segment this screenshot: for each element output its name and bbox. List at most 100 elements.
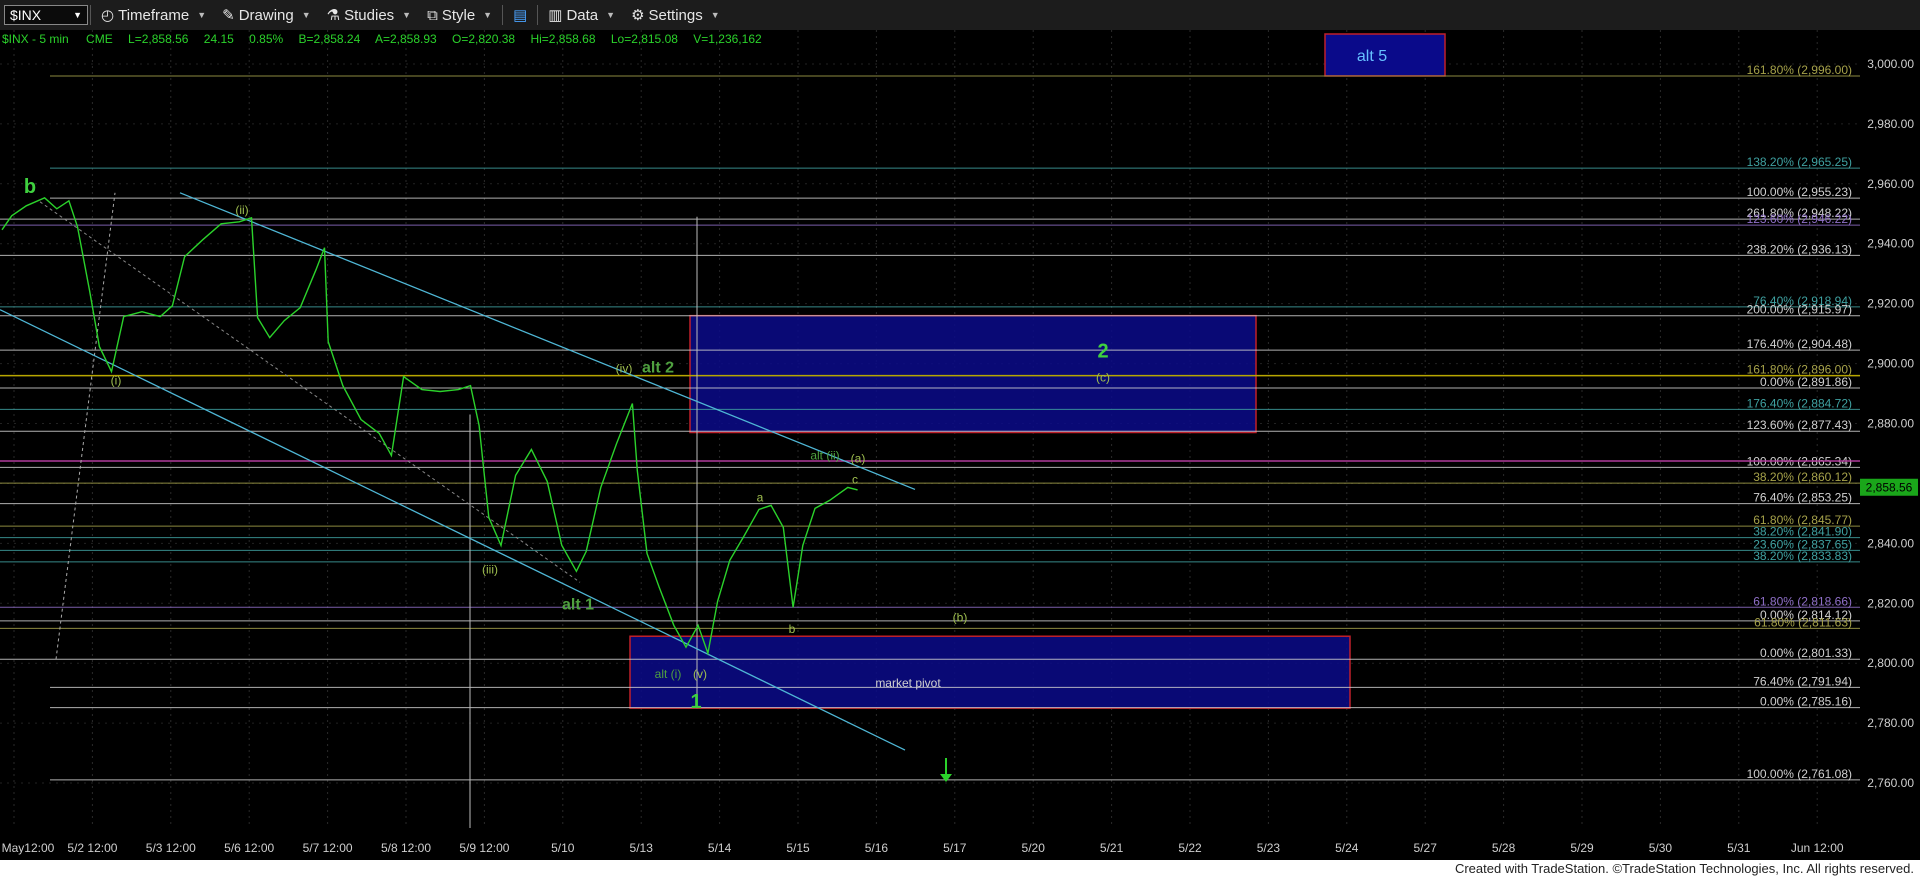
quote-volume: V=1,236,162 [693,32,762,46]
layout-button[interactable]: ▤ [505,0,535,30]
price-tick-label: 2,940.00 [1867,237,1914,251]
wave-label: (ii) [235,203,248,217]
time-tick-label: 5/16 [865,841,889,855]
quote-low: Lo=2,815.08 [611,32,678,46]
style-icon: ⧉ [427,6,438,24]
price-tick-label: 2,780.00 [1867,716,1914,730]
timeframe-label: Timeframe [118,6,190,24]
price-tick-label: 2,980.00 [1867,117,1914,131]
layout-icon: ▤ [513,7,528,24]
price-tick-label: 2,880.00 [1867,417,1914,431]
price-tick-label: 2,800.00 [1867,656,1914,670]
studies-label: Studies [344,6,395,24]
fib-label: 38.20% (2,860.12) [1753,470,1852,484]
fib-label: 61.80% (2,818.66) [1753,594,1852,608]
quote-name: $INX - 5 min [2,32,69,46]
fib-label: 76.40% (2,791.94) [1753,674,1852,688]
settings-menu[interactable]: ⚙ Settings ▼ [623,0,728,30]
quote-change: 24.15 [204,32,234,46]
time-tick-label: 5/23 [1257,841,1281,855]
toolbar-divider [502,5,504,25]
price-tick-label: 3,000.00 [1867,57,1914,71]
symbol-input[interactable]: $INX ▼ [4,5,88,25]
data-icon: ▥ [548,7,563,24]
time-tick-label: 5/31 [1727,841,1751,855]
price-tick-label: 2,900.00 [1867,357,1914,371]
time-tick-label: May12:00 [2,841,55,855]
time-axis[interactable]: May12:00 5/2 12:00 5/3 12:00 5/6 12:00 5/7 1… [0,830,1920,860]
wave-label: (c) [1096,371,1110,385]
time-tick-label: 5/28 [1492,841,1516,855]
wave-label: (iv) [616,362,633,376]
time-tick-label: 5/10 [551,841,575,855]
wave-label: alt 2 [642,360,674,377]
market-pivot-box [629,635,1351,709]
timeframe-menu[interactable]: ◴ Timeframe ▼ [93,0,214,30]
symbol-value: $INX [10,7,42,23]
fib-label: 61.80% (2,811.63) [1754,615,1852,629]
chart-toolbar: $INX ▼ ◴ Timeframe ▼ ✎ Drawing ▼ ⚗ Studi… [0,0,1920,31]
quote-bid: B=2,858.24 [299,32,361,46]
wave-label: alt 5 [1357,48,1387,65]
time-tick-label: Jun 12:00 [1791,841,1844,855]
time-tick-label: 5/9 12:00 [459,841,509,855]
time-tick-label: 5/3 12:00 [146,841,196,855]
drawing-menu[interactable]: ✎ Drawing ▼ [214,0,319,30]
style-label: Style [441,6,476,24]
fib-label: 138.20% (2,965.25) [1747,155,1852,169]
quote-pct: 0.85% [249,32,283,46]
wave-label: a [757,490,764,504]
quote-ask: A=2,858.93 [375,32,437,46]
wave-label: (i) [111,374,122,388]
target-box-wave-2 [689,314,1257,434]
clock-icon: ◴ [101,7,115,24]
fib-label: 176.40% (2,884.72) [1747,396,1852,410]
time-tick-label: 5/29 [1570,841,1594,855]
quote-last: L=2,858.56 [128,32,189,46]
wave-label: (b) [953,610,968,624]
time-tick-label: 5/17 [943,841,967,855]
time-tick-label: 5/8 12:00 [381,841,431,855]
studies-menu[interactable]: ⚗ Studies ▼ [319,0,419,30]
price-axis[interactable]: 2,760.00 2,780.00 2,800.00 2,820.00 2,840.00… [1860,30,1920,860]
fib-label: 200.00% (2,915.97) [1747,303,1852,317]
price-chart[interactable]: 161.80% (2,996.00) 138.20% (2,965.25) 100.… [0,30,1920,860]
wave-label: c [852,472,858,486]
fib-label: 238.20% (2,936.13) [1747,242,1852,256]
time-tick-label: 5/30 [1649,841,1673,855]
wave-label: 1 [690,691,701,713]
wave-label: market pivot [875,676,941,690]
last-price-label: 2,858.56 [1866,481,1913,495]
wave-label: 2 [1097,341,1108,363]
price-tick-label: 2,840.00 [1867,536,1914,550]
drawing-label: Drawing [238,6,294,24]
wave-label: (v) [693,667,707,681]
wave-label: (a) [851,451,866,465]
footer-credit: Created with TradeStation. ©TradeStation… [0,860,1920,878]
wave-label: alt (i) [655,667,682,681]
fib-label: 76.40% (2,853.25) [1753,491,1852,505]
data-menu[interactable]: ▥ Data ▼ [540,0,623,30]
data-label: Data [566,6,599,24]
quote-header: $INX - 5 min CME L=2,858.56 24.15 0.85% … [2,32,762,46]
gear-icon: ⚙ [631,7,645,24]
chevron-down-icon: ▼ [483,10,493,20]
fib-label: 123.60% (2,877.43) [1747,418,1852,432]
toolbar-divider [90,5,91,25]
wave-label: b [24,176,36,198]
wave-label: alt (ii) [810,448,839,462]
fib-label: 38.20% (2,833.83) [1753,549,1852,563]
style-menu[interactable]: ⧉ Style ▼ [419,0,500,30]
fib-label: 100.00% (2,761.08) [1747,767,1852,781]
quote-exchange: CME [86,32,113,46]
wave-label: b [789,622,796,636]
pencil-icon: ✎ [222,7,235,24]
settings-label: Settings [648,6,703,24]
fib-label: 0.00% (2,891.86) [1760,375,1852,389]
price-tick-label: 2,820.00 [1867,596,1914,610]
time-tick-label: 5/2 12:00 [67,841,117,855]
wave-label: alt 1 [562,596,594,613]
chevron-down-icon: ▼ [606,10,616,20]
time-tick-label: 5/15 [786,841,810,855]
quote-open: O=2,820.38 [452,32,515,46]
